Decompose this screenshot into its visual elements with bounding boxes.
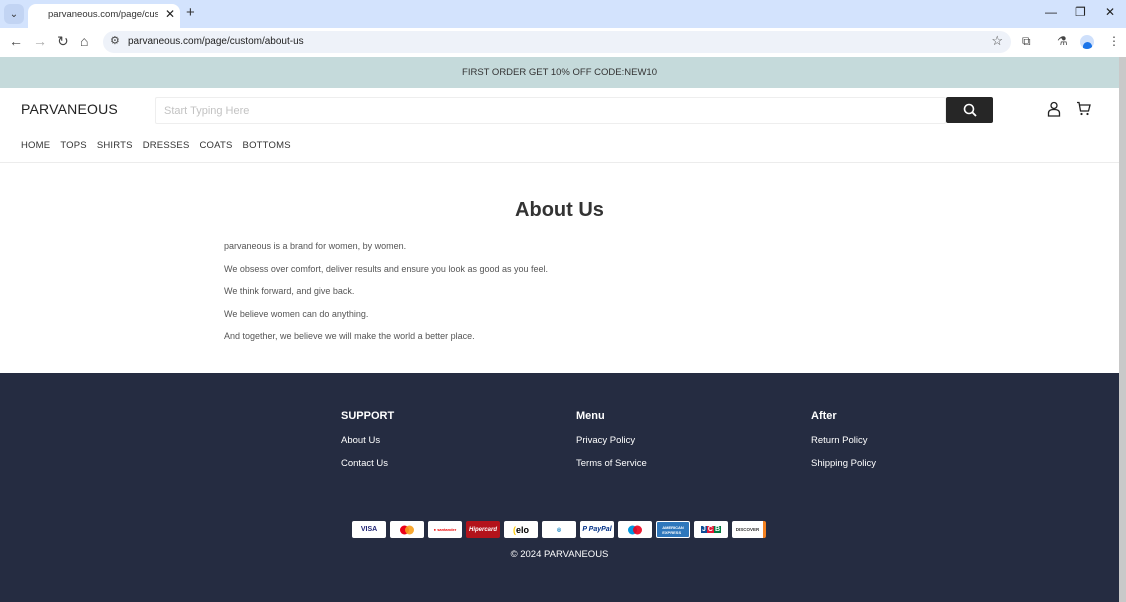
forward-button[interactable]: → — [33, 33, 47, 49]
tab-close-icon[interactable]: ✕ — [165, 7, 175, 21]
nav-shirts[interactable]: SHIRTS — [97, 140, 133, 151]
hipercard-icon: Hipercard — [466, 521, 500, 538]
about-section: About Us parvaneous is a brand for women… — [0, 163, 1119, 373]
footer-heading: Menu — [576, 410, 605, 422]
footer-heading: After — [811, 410, 837, 422]
maestro-icon — [618, 521, 652, 538]
page-title: About Us — [515, 199, 604, 221]
mastercard-icon — [390, 521, 424, 538]
footer-link-privacy-policy[interactable]: Privacy Policy — [576, 435, 647, 446]
minimize-button[interactable]: — — [1045, 5, 1057, 19]
promo-text: FIRST ORDER GET 10% OFF CODE:NEW10 — [462, 67, 657, 78]
browser-tabstrip: ⌄ parvaneous.com/page/custom/about-us ✕ … — [0, 0, 1126, 28]
site-footer: SUPPORT About Us Contact Us Menu Privacy… — [0, 373, 1119, 602]
nav-home[interactable]: HOME — [21, 140, 50, 151]
page-scrollbar[interactable] — [1119, 57, 1126, 602]
web-page: FIRST ORDER GET 10% OFF CODE:NEW10 PARVA… — [0, 57, 1119, 602]
new-tab-button[interactable]: + — [186, 4, 195, 21]
santander-icon: ● santander — [428, 521, 462, 538]
more-menu-icon[interactable]: ⋮ — [1108, 34, 1120, 48]
payment-methods: VISA ● santander Hipercard (elo ◎ P PayP… — [352, 521, 766, 538]
extensions-icon[interactable]: ⧉ — [1022, 34, 1031, 49]
home-button[interactable]: ⌂ — [80, 33, 88, 49]
search-icon — [963, 103, 977, 117]
restore-button[interactable]: ❐ — [1075, 5, 1086, 19]
search-button[interactable] — [946, 97, 993, 123]
close-window-button[interactable]: ✕ — [1105, 5, 1115, 19]
site-header: PARVANEOUS HOME TOPS SHIRTS DRESSES COAT… — [0, 88, 1119, 163]
copyright-text: © 2024 PARVANEOUS — [510, 549, 609, 560]
about-paragraph: And together, we believe we will make th… — [224, 331, 475, 341]
footer-heading: SUPPORT — [341, 410, 395, 422]
paypal-icon: P PayPal — [580, 521, 614, 538]
nav-dresses[interactable]: DRESSES — [143, 140, 190, 151]
footer-column-menu: Menu Privacy Policy Terms of Service — [576, 410, 647, 481]
site-info-icon[interactable]: ⚙ — [110, 34, 120, 47]
nav-tops[interactable]: TOPS — [60, 140, 87, 151]
cart-icon[interactable] — [1076, 101, 1091, 116]
back-button[interactable]: ← — [9, 33, 23, 49]
elo-icon: (elo — [504, 521, 538, 538]
site-logo[interactable]: PARVANEOUS — [21, 101, 118, 117]
search-box — [155, 97, 946, 124]
about-paragraph: parvaneous is a brand for women, by wome… — [224, 241, 407, 251]
promo-banner: FIRST ORDER GET 10% OFF CODE:NEW10 — [0, 57, 1119, 88]
profile-avatar-icon[interactable] — [1080, 35, 1094, 49]
labs-flask-icon[interactable]: ⚗ — [1057, 34, 1068, 48]
account-icon[interactable] — [1047, 101, 1061, 117]
footer-link-shipping-policy[interactable]: Shipping Policy — [811, 458, 876, 469]
amex-icon: AMERICAN EXPRESS — [656, 521, 690, 538]
about-paragraph: We think forward, and give back. — [224, 286, 355, 296]
address-bar[interactable]: ⚙ parvaneous.com/page/custom/about-us ☆ — [103, 31, 1011, 53]
tab-title: parvaneous.com/page/custom/about-us — [48, 9, 158, 20]
browser-tab[interactable]: parvaneous.com/page/custom/about-us ✕ — [28, 4, 180, 28]
footer-column-after: After Return Policy Shipping Policy — [811, 410, 876, 481]
search-input[interactable] — [156, 98, 945, 123]
footer-link-terms-of-service[interactable]: Terms of Service — [576, 458, 647, 469]
reload-button[interactable]: ↻ — [57, 33, 69, 50]
visa-icon: VISA — [352, 521, 386, 538]
main-nav: HOME TOPS SHIRTS DRESSES COATS BOTTOMS — [21, 140, 291, 151]
footer-link-return-policy[interactable]: Return Policy — [811, 435, 876, 446]
jcb-icon: JCB — [694, 521, 728, 538]
tab-search-button[interactable]: ⌄ — [4, 4, 24, 24]
bookmark-star-icon[interactable]: ☆ — [991, 33, 1003, 49]
about-paragraph: We believe women can do anything. — [224, 309, 369, 319]
browser-toolbar: ← → ↻ ⌂ ⚙ parvaneous.com/page/custom/abo… — [0, 28, 1126, 57]
nav-bottoms[interactable]: BOTTOMS — [243, 140, 291, 151]
discover-icon: DISCOVER — [732, 521, 766, 538]
footer-link-contact-us[interactable]: Contact Us — [341, 458, 394, 469]
about-paragraph: We obsess over comfort, deliver results … — [224, 264, 549, 274]
footer-column-support: SUPPORT About Us Contact Us — [341, 410, 394, 481]
nav-coats[interactable]: COATS — [200, 140, 233, 151]
footer-link-about-us[interactable]: About Us — [341, 435, 394, 446]
url-text[interactable]: parvaneous.com/page/custom/about-us — [128, 36, 304, 47]
diners-club-icon: ◎ — [542, 521, 576, 538]
